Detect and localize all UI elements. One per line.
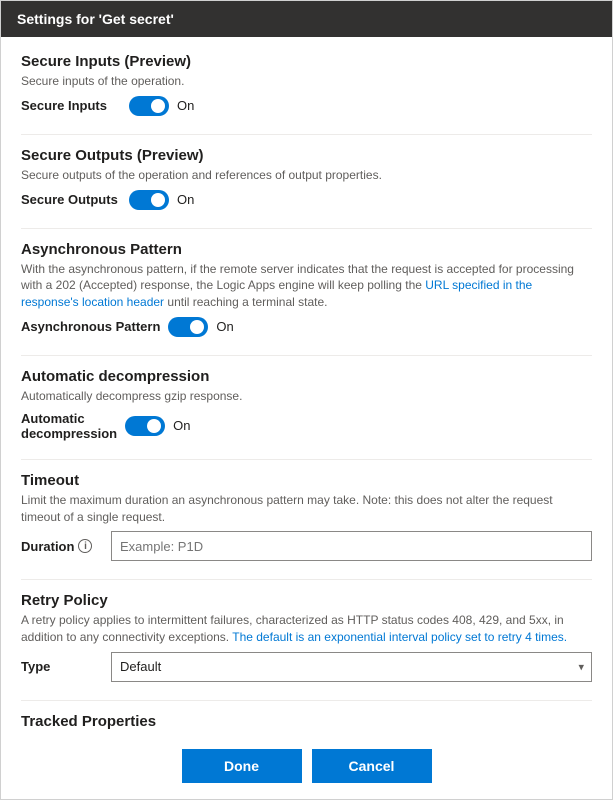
- secure-inputs-track: [129, 96, 169, 116]
- secure-outputs-toggle-row: Secure Outputs On: [21, 190, 592, 210]
- auto-decomp-label-line2: decompression: [21, 426, 117, 441]
- auto-decomp-desc: Automatically decompress gzip response.: [21, 388, 592, 405]
- divider-3: [21, 355, 592, 356]
- cancel-button[interactable]: Cancel: [312, 749, 432, 783]
- async-pattern-title: Asynchronous Pattern: [21, 241, 592, 258]
- async-pattern-desc: With the asynchronous pattern, if the re…: [21, 261, 592, 311]
- divider-1: [21, 134, 592, 135]
- timeout-desc: Limit the maximum duration an asynchrono…: [21, 492, 592, 526]
- async-pattern-section: Asynchronous Pattern With the asynchrono…: [21, 241, 592, 337]
- retry-type-select[interactable]: Default None Fixed interval Exponential …: [111, 652, 592, 682]
- secure-inputs-label: Secure Inputs: [21, 98, 121, 113]
- tracked-props-title: Tracked Properties: [21, 713, 592, 730]
- secure-outputs-desc: Secure outputs of the operation and refe…: [21, 167, 592, 184]
- divider-5: [21, 579, 592, 580]
- timeout-section: Timeout Limit the maximum duration an as…: [21, 472, 592, 562]
- duration-input[interactable]: [111, 531, 592, 561]
- async-pattern-toggle-row: Asynchronous Pattern On: [21, 317, 592, 337]
- retry-type-row: Type Default None Fixed interval Exponen…: [21, 652, 592, 682]
- divider-4: [21, 459, 592, 460]
- auto-decomp-thumb: [147, 419, 161, 433]
- auto-decomp-toggle[interactable]: [125, 416, 165, 436]
- dialog-header: Settings for 'Get secret': [1, 1, 612, 37]
- tracked-props-section: Tracked Properties Properties: [21, 713, 592, 737]
- auto-decomp-title: Automatic decompression: [21, 368, 592, 385]
- auto-decomp-label-line1: Automatic: [21, 411, 85, 426]
- auto-decomp-toggle-row: Automatic decompression On: [21, 411, 592, 441]
- secure-inputs-state: On: [177, 98, 194, 113]
- secure-outputs-thumb: [151, 193, 165, 207]
- async-pattern-label: Asynchronous Pattern: [21, 319, 160, 334]
- divider-2: [21, 228, 592, 229]
- auto-decomp-track: [125, 416, 165, 436]
- retry-type-wrapper: Default None Fixed interval Exponential …: [111, 652, 592, 682]
- secure-inputs-desc: Secure inputs of the operation.: [21, 73, 592, 90]
- duration-label: Duration i: [21, 539, 101, 554]
- secure-outputs-state: On: [177, 192, 194, 207]
- secure-inputs-toggle-row: Secure Inputs On: [21, 96, 592, 116]
- divider-6: [21, 700, 592, 701]
- settings-dialog: Settings for 'Get secret' Secure Inputs …: [0, 0, 613, 800]
- auto-decomp-state: On: [173, 418, 190, 433]
- secure-outputs-label: Secure Outputs: [21, 192, 121, 207]
- secure-inputs-thumb: [151, 99, 165, 113]
- retry-policy-section: Retry Policy A retry policy applies to i…: [21, 592, 592, 682]
- dialog-footer: Done Cancel: [1, 737, 612, 799]
- secure-inputs-toggle[interactable]: [129, 96, 169, 116]
- duration-info-icon[interactable]: i: [78, 539, 92, 553]
- async-pattern-track: [168, 317, 208, 337]
- async-pattern-thumb: [190, 320, 204, 334]
- secure-outputs-track: [129, 190, 169, 210]
- done-button[interactable]: Done: [182, 749, 302, 783]
- async-pattern-toggle[interactable]: [168, 317, 208, 337]
- retry-policy-title: Retry Policy: [21, 592, 592, 609]
- auto-decomp-label: Automatic decompression: [21, 411, 117, 441]
- retry-default-link: The default is an exponential interval p…: [232, 630, 567, 644]
- timeout-title: Timeout: [21, 472, 592, 489]
- duration-label-text: Duration: [21, 539, 74, 554]
- secure-outputs-title: Secure Outputs (Preview): [21, 147, 592, 164]
- auto-decomp-section: Automatic decompression Automatically de…: [21, 368, 592, 441]
- dialog-title: Settings for 'Get secret': [17, 11, 174, 27]
- async-url-link: URL specified in the response's location…: [21, 278, 532, 309]
- retry-policy-desc: A retry policy applies to intermittent f…: [21, 612, 592, 646]
- secure-inputs-section: Secure Inputs (Preview) Secure inputs of…: [21, 53, 592, 116]
- secure-outputs-toggle[interactable]: [129, 190, 169, 210]
- dialog-body: Secure Inputs (Preview) Secure inputs of…: [1, 37, 612, 737]
- timeout-field-row: Duration i: [21, 531, 592, 561]
- async-pattern-state: On: [216, 319, 233, 334]
- retry-type-label: Type: [21, 659, 101, 674]
- secure-outputs-section: Secure Outputs (Preview) Secure outputs …: [21, 147, 592, 210]
- secure-inputs-title: Secure Inputs (Preview): [21, 53, 592, 70]
